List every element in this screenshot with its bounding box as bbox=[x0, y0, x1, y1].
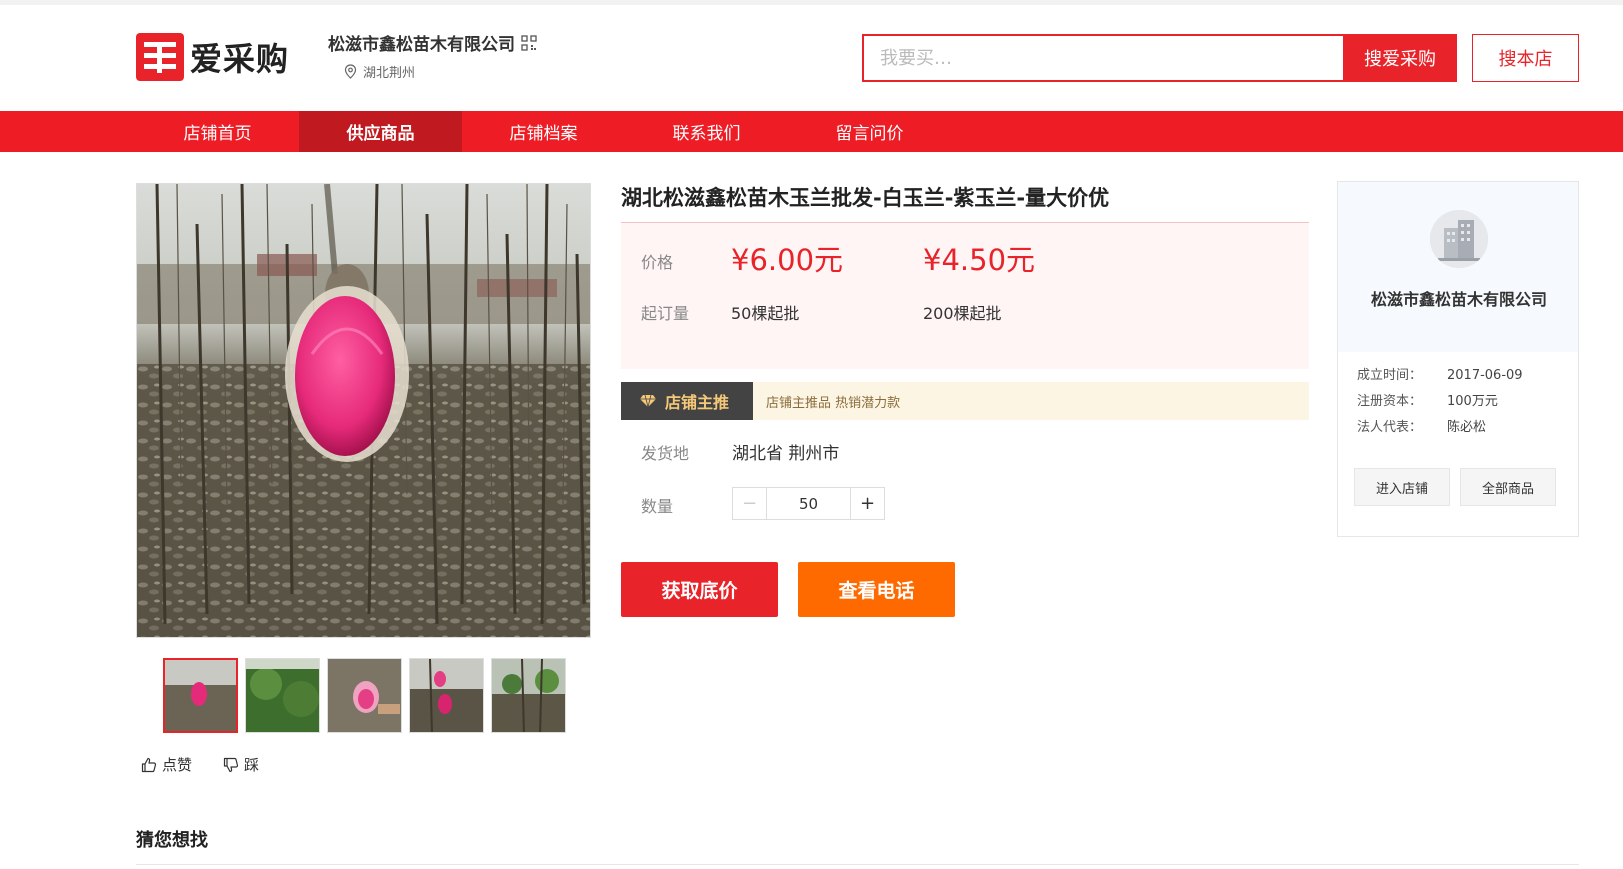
like-label: 点赞 bbox=[162, 756, 193, 774]
get-lowest-price-button[interactable]: 获取底价 bbox=[621, 562, 778, 617]
info-legal-rep-key: 法人代表： bbox=[1357, 420, 1423, 435]
company-card: 松滋市鑫松苗木有限公司 成立时间： 2017-06-09 注册资本： 100万元 法… bbox=[1337, 181, 1579, 537]
info-capital-value: 100万元 bbox=[1447, 394, 1498, 409]
thumbnail-5[interactable] bbox=[491, 658, 566, 733]
moq-tier-1: 50棵起批 bbox=[731, 304, 800, 323]
price-tier-2: ¥4.50元 bbox=[923, 243, 1036, 277]
nav-shop-home[interactable]: 店铺首页 bbox=[136, 111, 299, 152]
quantity-increment-button[interactable]: + bbox=[851, 488, 884, 519]
thumbs-up-icon bbox=[141, 757, 157, 772]
all-products-button[interactable]: 全部商品 bbox=[1460, 468, 1556, 506]
quantity-stepper: − + bbox=[732, 487, 885, 520]
top-divider bbox=[0, 0, 1623, 5]
info-capital: 注册资本： 100万元 bbox=[1357, 390, 1498, 409]
guess-you-want-heading: 猜您想找 bbox=[136, 830, 208, 851]
price-panel: 价格 ¥6.00元 ¥4.50元 起订量 50棵起批 200棵起批 bbox=[621, 222, 1309, 369]
info-legal-rep-value: 陈必松 bbox=[1447, 420, 1487, 435]
diamond-icon bbox=[640, 394, 656, 408]
header-company-name[interactable]: 松滋市鑫松苗木有限公司 bbox=[328, 30, 537, 55]
thumbnail-2[interactable] bbox=[245, 658, 320, 733]
promo-bar: 店铺主推 店铺主推品 热销潜力款 bbox=[621, 382, 1309, 420]
price-label: 价格 bbox=[641, 253, 674, 272]
view-phone-button[interactable]: 查看电话 bbox=[798, 562, 955, 617]
search-box bbox=[862, 34, 1343, 82]
quantity-label: 数量 bbox=[641, 497, 674, 516]
location-text: 湖北荆州 bbox=[363, 66, 416, 81]
nav-supply-products[interactable]: 供应商品 bbox=[299, 111, 462, 152]
search-shop-button[interactable]: 搜本店 bbox=[1472, 34, 1579, 82]
thumbnail-3[interactable] bbox=[327, 658, 402, 733]
thumbnail-4[interactable] bbox=[409, 658, 484, 733]
info-founded: 成立时间： 2017-06-09 bbox=[1357, 364, 1523, 383]
nav-contact-us[interactable]: 联系我们 bbox=[625, 111, 788, 152]
promo-tag: 店铺主推 bbox=[621, 382, 753, 420]
moq-tier-2: 200棵起批 bbox=[923, 304, 1002, 323]
moq-label: 起订量 bbox=[641, 304, 690, 323]
info-legal-rep: 法人代表： 陈必松 bbox=[1357, 416, 1486, 435]
thumbnail-strip bbox=[163, 658, 573, 733]
header-company-name-text: 松滋市鑫松苗木有限公司 bbox=[328, 35, 515, 55]
price-tier-1: ¥6.00元 bbox=[731, 243, 844, 277]
search-all-button[interactable]: 搜爱采购 bbox=[1343, 34, 1457, 82]
site-logo[interactable]: 爱采购 bbox=[136, 33, 289, 81]
location-pin-icon bbox=[344, 64, 357, 79]
promo-text: 店铺主推品 热销潜力款 bbox=[766, 396, 901, 411]
info-founded-key: 成立时间： bbox=[1357, 368, 1423, 383]
shop-nav: 店铺首页 供应商品 店铺档案 联系我们 留言问价 bbox=[0, 111, 1623, 152]
enter-shop-button[interactable]: 进入店铺 bbox=[1354, 468, 1450, 506]
search-input[interactable] bbox=[880, 47, 1343, 69]
nav-leave-message[interactable]: 留言问价 bbox=[788, 111, 951, 152]
qr-code-icon[interactable] bbox=[521, 34, 537, 51]
logo-mark-icon bbox=[136, 33, 184, 81]
product-main-image[interactable] bbox=[136, 183, 591, 638]
dislike-label: 踩 bbox=[244, 756, 260, 774]
ship-from-label: 发货地 bbox=[641, 444, 690, 463]
dislike-button[interactable]: 踩 bbox=[223, 754, 259, 775]
company-name[interactable]: 松滋市鑫松苗木有限公司 bbox=[1338, 286, 1580, 310]
quantity-decrement-button[interactable]: − bbox=[733, 488, 766, 519]
product-title: 湖北松滋鑫松苗木玉兰批发-白玉兰-紫玉兰-量大价优 bbox=[621, 186, 1110, 210]
ship-from-value: 湖北省 荆州市 bbox=[732, 444, 840, 464]
info-founded-value: 2017-06-09 bbox=[1447, 368, 1523, 383]
company-avatar bbox=[1430, 210, 1488, 268]
quantity-input[interactable] bbox=[766, 488, 851, 519]
info-capital-key: 注册资本： bbox=[1357, 394, 1423, 409]
thumbnail-1[interactable] bbox=[163, 658, 238, 733]
promo-tag-label: 店铺主推 bbox=[665, 393, 730, 412]
logo-text: 爱采购 bbox=[190, 40, 290, 78]
thumbs-down-icon bbox=[223, 757, 239, 772]
section-divider bbox=[136, 864, 1579, 865]
shop-location: 湖北荆州 bbox=[344, 62, 415, 81]
like-button[interactable]: 点赞 bbox=[141, 754, 192, 775]
nav-shop-profile[interactable]: 店铺档案 bbox=[462, 111, 625, 152]
